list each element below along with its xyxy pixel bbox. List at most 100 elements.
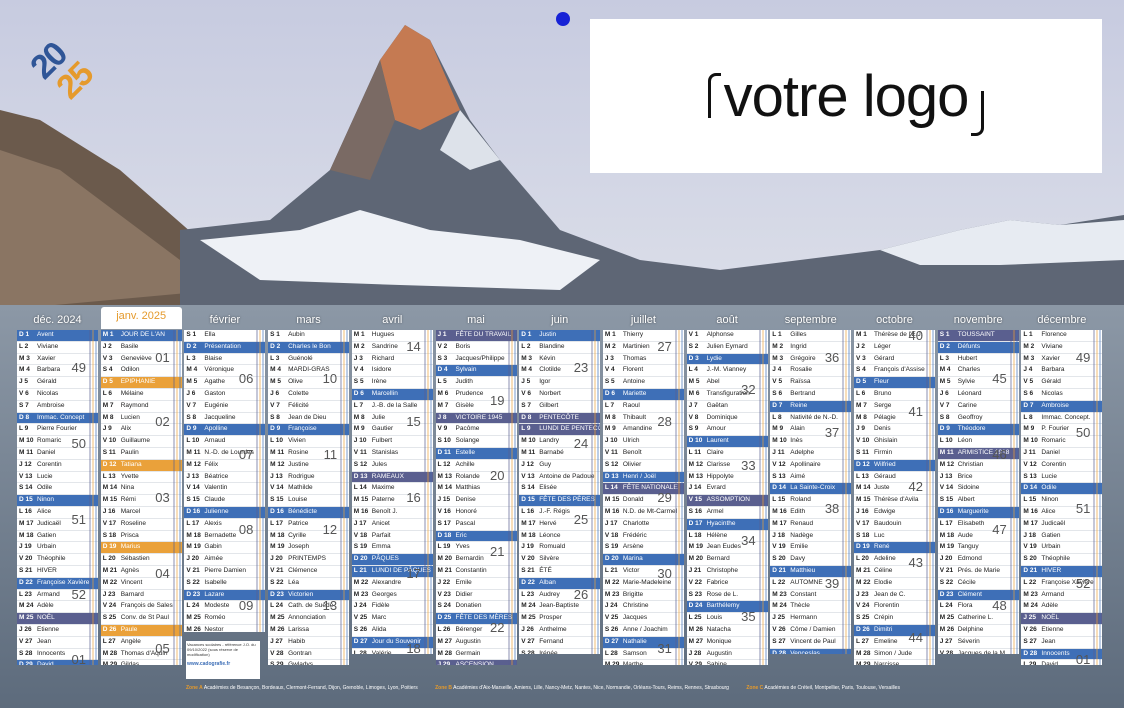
day-row: M 29Gildas	[101, 660, 182, 664]
day-saint: Bernadette	[204, 531, 237, 539]
day-saint: Ingrid	[790, 342, 807, 350]
day-saint: Thomas	[622, 354, 647, 362]
day-number: L 10	[939, 437, 953, 445]
day-row: L 7 Raoul	[602, 401, 684, 413]
day-saint: Guillaume	[120, 437, 150, 445]
day-row: M 25 Roméo	[184, 613, 266, 625]
day-saint: Lucie	[37, 472, 53, 480]
day-number: M 6	[688, 389, 700, 397]
day-number: D 8	[521, 413, 532, 421]
day-row: L 6 Mélaine	[100, 389, 182, 401]
day-number: M 26	[270, 625, 285, 633]
day-number: S 10	[437, 437, 451, 445]
day-row: L 2 Viviane	[17, 342, 98, 354]
day-saint: Martinien	[622, 342, 650, 350]
day-saint: Romaric	[37, 437, 62, 445]
day-saint: Natacha	[706, 625, 731, 633]
day-saint: Pierre Damien	[204, 566, 246, 574]
day-row: L 9LUNDI DE PENTECÔTE	[519, 424, 601, 437]
month-header: juin	[551, 314, 569, 326]
day-saint: Pierre Fourier	[37, 425, 77, 433]
day-number: S 11	[102, 448, 116, 456]
day-saint: Juste	[874, 484, 890, 492]
day-row: J 27 Séverin	[937, 637, 1019, 649]
day-number: M 21	[437, 566, 452, 574]
day-saint: Urbain	[1041, 543, 1061, 551]
week-number: 12	[322, 522, 338, 538]
day-saint: Yvette	[120, 472, 139, 480]
day-row: S 14 Odile	[17, 483, 98, 496]
week-number: 01	[71, 652, 86, 665]
week-number: 02	[155, 414, 170, 430]
day-number: M 16	[353, 507, 369, 515]
logo-text: votre logo	[706, 63, 987, 136]
day-row: V 12 Corentin	[1021, 460, 1103, 472]
day-saint: J.-M. Vianney	[706, 366, 747, 374]
day-row: S 8 Geoffroy	[937, 413, 1019, 425]
week-number: 52	[71, 587, 86, 603]
day-row: S 10 Solange	[435, 436, 517, 448]
month-column: D 1 Avent L 2 Viviane M 3 Xavier M 4 Barbara J 5…	[17, 330, 98, 665]
day-number: D 14	[1023, 484, 1038, 492]
day-row: S 18 Luc	[854, 531, 935, 543]
day-row: S 8 Jean de Dieu	[268, 413, 350, 425]
day-row: M 17 Judicaël	[1021, 519, 1103, 531]
day-number: S 14	[19, 484, 33, 492]
holiday-zone-bar	[677, 330, 680, 665]
day-saint: Paterne	[371, 496, 395, 504]
day-saint: Agnès	[120, 566, 140, 574]
day-row: V 27 Jean	[17, 637, 98, 649]
day-row: L 9 Pierre Fourier	[17, 424, 98, 437]
day-row: M 24 Adèle	[17, 601, 98, 614]
day-number: V 4	[353, 366, 364, 374]
day-row: J 21 Christophe	[686, 566, 768, 578]
day-saint: Fleur	[874, 378, 889, 386]
day-saint: Conv. de St Paul	[120, 614, 169, 622]
day-saint: Gérald	[1041, 378, 1061, 386]
day-saint: Bernard	[706, 555, 730, 563]
day-saint: Hippolyte	[706, 472, 734, 480]
day-number: L 6	[102, 389, 112, 397]
holiday-zone-bar	[932, 330, 934, 665]
day-saint: Xavier	[37, 354, 56, 362]
holiday-zone-bar	[172, 330, 175, 665]
day-row: D 7 Reine	[770, 400, 852, 413]
day-saint: Judith	[455, 378, 473, 386]
day-saint: J.-B. de la Salle	[371, 401, 418, 409]
day-number: M 28	[856, 649, 871, 657]
day-number: M 17	[521, 519, 536, 527]
month-column: L 1 Gilles M 2 Ingrid M 3 Grégoire J 4 Rosalie V…	[770, 330, 852, 654]
day-number: D 13	[353, 472, 368, 480]
day-number: M 14	[437, 484, 452, 492]
day-saint: Amour	[706, 425, 726, 433]
day-number: L 8	[772, 413, 782, 421]
day-number: S 26	[604, 625, 619, 633]
day-saint: Charles le Bon	[288, 342, 331, 350]
day-row: M 24 Thècle	[770, 601, 852, 614]
day-saint: Jean-Baptiste	[539, 602, 579, 610]
day-number: D 9	[186, 425, 197, 433]
day-number: D 29	[19, 660, 37, 664]
day-row: S 27 Vincent de Paul	[770, 637, 852, 649]
day-number: M 10	[521, 437, 536, 445]
day-number: J 2	[102, 342, 112, 350]
day-number: S 11	[856, 448, 870, 456]
month-header: février	[209, 314, 241, 326]
holiday-zone-bar	[848, 330, 851, 654]
day-number: V 15	[688, 496, 702, 504]
day-row: D 16 Bénédicte	[268, 506, 350, 519]
day-saint: Anthelme	[539, 625, 567, 633]
day-row: D 8 Immac. Concept	[17, 412, 98, 425]
day-row: M 20 Bernard	[686, 554, 768, 566]
day-saint: Théophile	[1041, 555, 1070, 563]
day-saint: Davy	[790, 555, 806, 563]
day-saint: Alphonse	[706, 331, 734, 338]
day-saint: Jacqueline	[204, 413, 236, 421]
day-number: D 23	[270, 590, 284, 598]
day-saint: Théodore	[957, 425, 986, 433]
day-row: M 27 Monique	[686, 637, 768, 649]
day-number: D 2	[270, 342, 281, 350]
day-saint: Bernardin	[455, 555, 484, 563]
day-saint: Christophe	[706, 566, 739, 574]
day-row: J 28 Augustin	[686, 649, 768, 661]
